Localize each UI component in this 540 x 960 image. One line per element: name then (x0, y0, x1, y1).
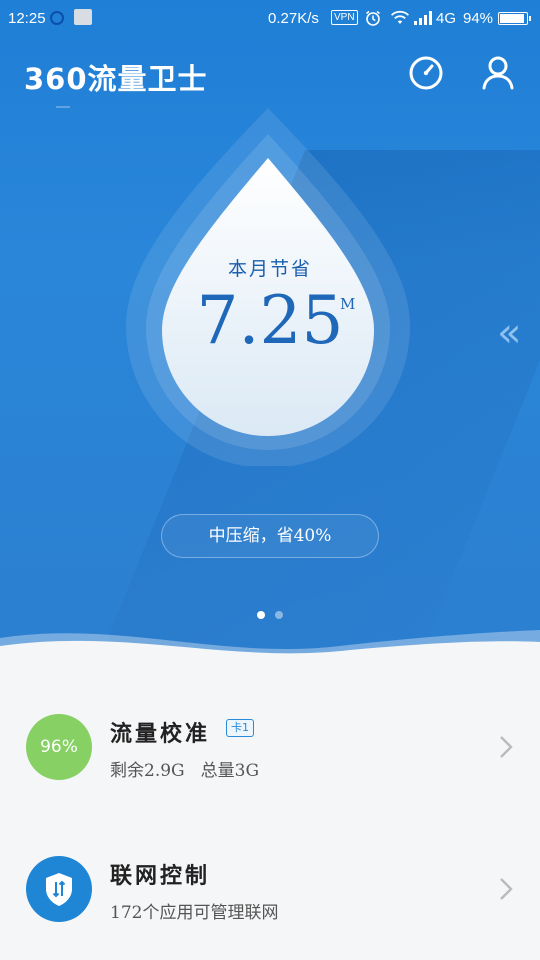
user-icon (482, 56, 514, 90)
network-control-circle (26, 856, 92, 922)
network-type: 4G (436, 10, 457, 27)
card-title-calibration: 流量校准 (110, 722, 211, 747)
signal-icon (414, 10, 434, 29)
page-dot-1[interactable] (257, 611, 265, 619)
sim-badge: 卡1 (226, 719, 254, 737)
battery-icon (498, 12, 531, 25)
app-logo: 360流量卫士 (24, 62, 208, 96)
card-title-network: 联网控制 (110, 864, 211, 889)
savings-unit: M (340, 295, 356, 313)
card-sub-network: 172个应用可管理联网 (110, 903, 279, 923)
battery-percent: 94% (463, 10, 494, 27)
total-data: 总量3G (200, 761, 260, 781)
network-speed: 0.27K/s (268, 10, 319, 27)
wifi-icon (390, 9, 410, 30)
savings-label: 本月节省 (227, 258, 312, 280)
card-sub-calibration: 剩余2.9G 总量3G (110, 756, 259, 781)
chevron-right-icon (500, 878, 513, 900)
speedometer-icon (409, 56, 443, 90)
status-time: 12:25 (8, 10, 46, 27)
alarm-icon (364, 9, 382, 31)
compression-mode-button[interactable]: 中压缩，省40% (161, 514, 379, 558)
network-control-card[interactable]: 联网控制 172个应用可管理联网 (0, 818, 540, 958)
remaining-data: 剩余2.9G (110, 761, 185, 781)
vpn-badge: VPN (331, 10, 358, 25)
wave-divider (0, 630, 540, 660)
data-calibration-card[interactable]: 96% 流量校准 卡1 剩余2.9G 总量3G (0, 676, 540, 816)
status-bar: 12:25 0.27K/s VPN 4G 94% (0, 0, 540, 38)
speed-test-button[interactable] (406, 52, 446, 92)
double-chevron-left-icon[interactable]: « (497, 313, 521, 353)
page-dot-2[interactable] (275, 611, 283, 619)
screenshot-icon (74, 9, 92, 25)
hero-panel: 12:25 0.27K/s VPN 4G 94% 360流量卫士 本月节省 7.… (0, 0, 540, 660)
savings-value: 7.25 (196, 282, 344, 359)
chevron-right-icon (500, 736, 513, 758)
usage-percent-circle: 96% (26, 714, 92, 780)
user-button[interactable] (478, 52, 518, 92)
logo-underline (56, 106, 70, 108)
sync-icon (50, 11, 64, 25)
shield-icon (46, 873, 72, 906)
